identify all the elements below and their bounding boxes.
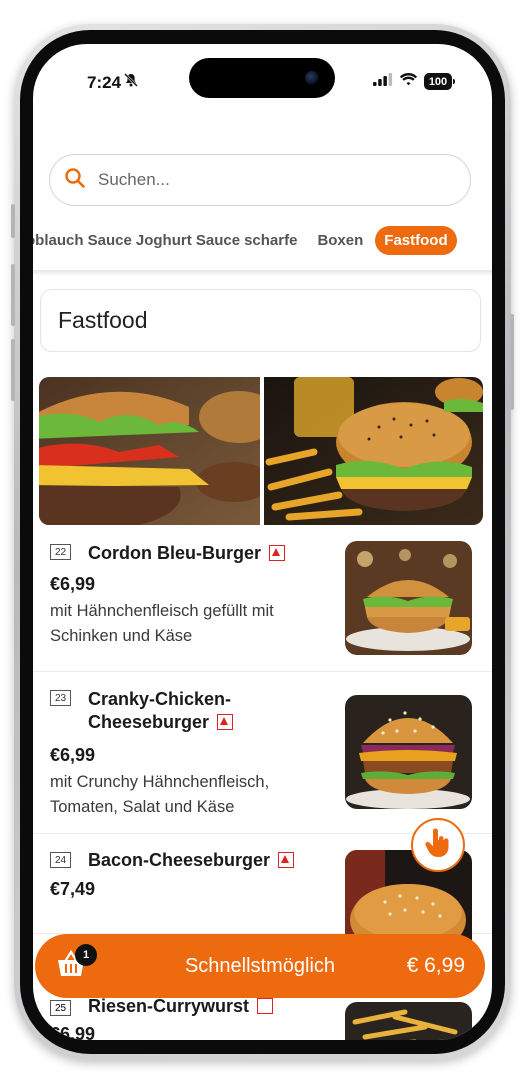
section-title: Fastfood: [40, 289, 481, 352]
veg-marker-icon: [217, 714, 234, 730]
search-input[interactable]: [96, 169, 440, 191]
item-image: [345, 1002, 472, 1040]
volume-up-button: [11, 264, 15, 326]
item-name-text: Bacon-Cheeseburger: [88, 850, 271, 870]
item-number: 23: [50, 690, 71, 706]
item-name-line1: Cranky-Chicken-: [88, 689, 232, 709]
category-banner-image: [39, 377, 483, 525]
search-bar[interactable]: [49, 154, 471, 206]
item-name: Bacon-Cheeseburger: [88, 849, 295, 872]
header-divider: [33, 270, 492, 276]
item-name: Cranky-Chicken- Cheeseburger: [88, 688, 234, 734]
power-button: [510, 314, 514, 410]
status-icons: 100: [373, 72, 455, 91]
item-description: mit Crunchy Hähnchenfleisch, Tomaten, Sa…: [50, 773, 270, 816]
camera-icon: [305, 71, 319, 85]
item-name-line2: Cheeseburger: [88, 711, 234, 734]
veg-marker-icon: [257, 998, 274, 1014]
item-name-line2-text: Cheeseburger: [88, 712, 210, 732]
item-description: mit Hähnchenfleisch gefüllt mit Schinken…: [50, 602, 274, 645]
battery-level: 100: [428, 75, 448, 88]
menu-item[interactable]: 23 Cranky-Chicken- Cheeseburger €6,99 mi…: [33, 672, 492, 834]
status-time-text: 7:24: [87, 72, 122, 92]
item-price: €6,99: [50, 574, 96, 594]
app-screen: 7:24 100 oblauch Sauce Joghurt Sauce sch…: [33, 44, 492, 1040]
item-number: 24: [50, 852, 71, 868]
item-price: €6,99: [50, 1024, 96, 1040]
menu-item[interactable]: 22 Cordon Bleu-Burger €6,99 mit Hähnchen…: [33, 538, 492, 672]
wifi-icon: [399, 72, 418, 91]
item-image: [345, 695, 472, 809]
cart-total: € 6,99: [406, 954, 465, 977]
hand-pointer-icon: [424, 828, 452, 863]
category-tab-knoblauch-sauce[interactable]: oblauch Sauce: [33, 232, 132, 249]
signal-icon: [373, 72, 393, 91]
item-name: Cordon Bleu-Burger: [88, 542, 285, 565]
item-name-text: Cordon Bleu-Burger: [88, 543, 261, 563]
action-button: [11, 204, 15, 238]
item-number: 22: [50, 544, 71, 560]
item-image: [345, 541, 472, 655]
status-time: 7:24: [87, 72, 139, 93]
veg-marker-icon: [278, 852, 295, 868]
category-tab-fastfood[interactable]: Fastfood: [375, 225, 457, 255]
section-title-text: Fastfood: [58, 307, 148, 333]
category-tab-joghurt-sauce[interactable]: Joghurt Sauce: [136, 232, 240, 249]
category-tab-scharfe[interactable]: scharfe: [244, 232, 297, 249]
item-price: €7,49: [50, 879, 96, 899]
item-number: 25: [50, 1000, 71, 1016]
mute-bell-icon: [123, 72, 139, 93]
battery-icon: 100: [424, 73, 455, 90]
item-name: Riesen-Currywurst: [88, 996, 274, 1017]
volume-down-button: [11, 339, 15, 401]
search-icon: [64, 167, 86, 194]
category-tabs: oblauch Sauce Joghurt Sauce scharfe Boxe…: [33, 224, 492, 256]
veg-marker-icon: [269, 545, 285, 561]
category-tab-boxen[interactable]: Boxen: [317, 232, 363, 249]
dynamic-island: [189, 58, 335, 98]
cart-checkout-bar[interactable]: 1 Schnellstmöglich € 6,99: [35, 934, 485, 998]
item-name-text: Riesen-Currywurst: [88, 996, 250, 1016]
quick-order-button[interactable]: [411, 818, 465, 872]
item-price: €6,99: [50, 745, 96, 765]
